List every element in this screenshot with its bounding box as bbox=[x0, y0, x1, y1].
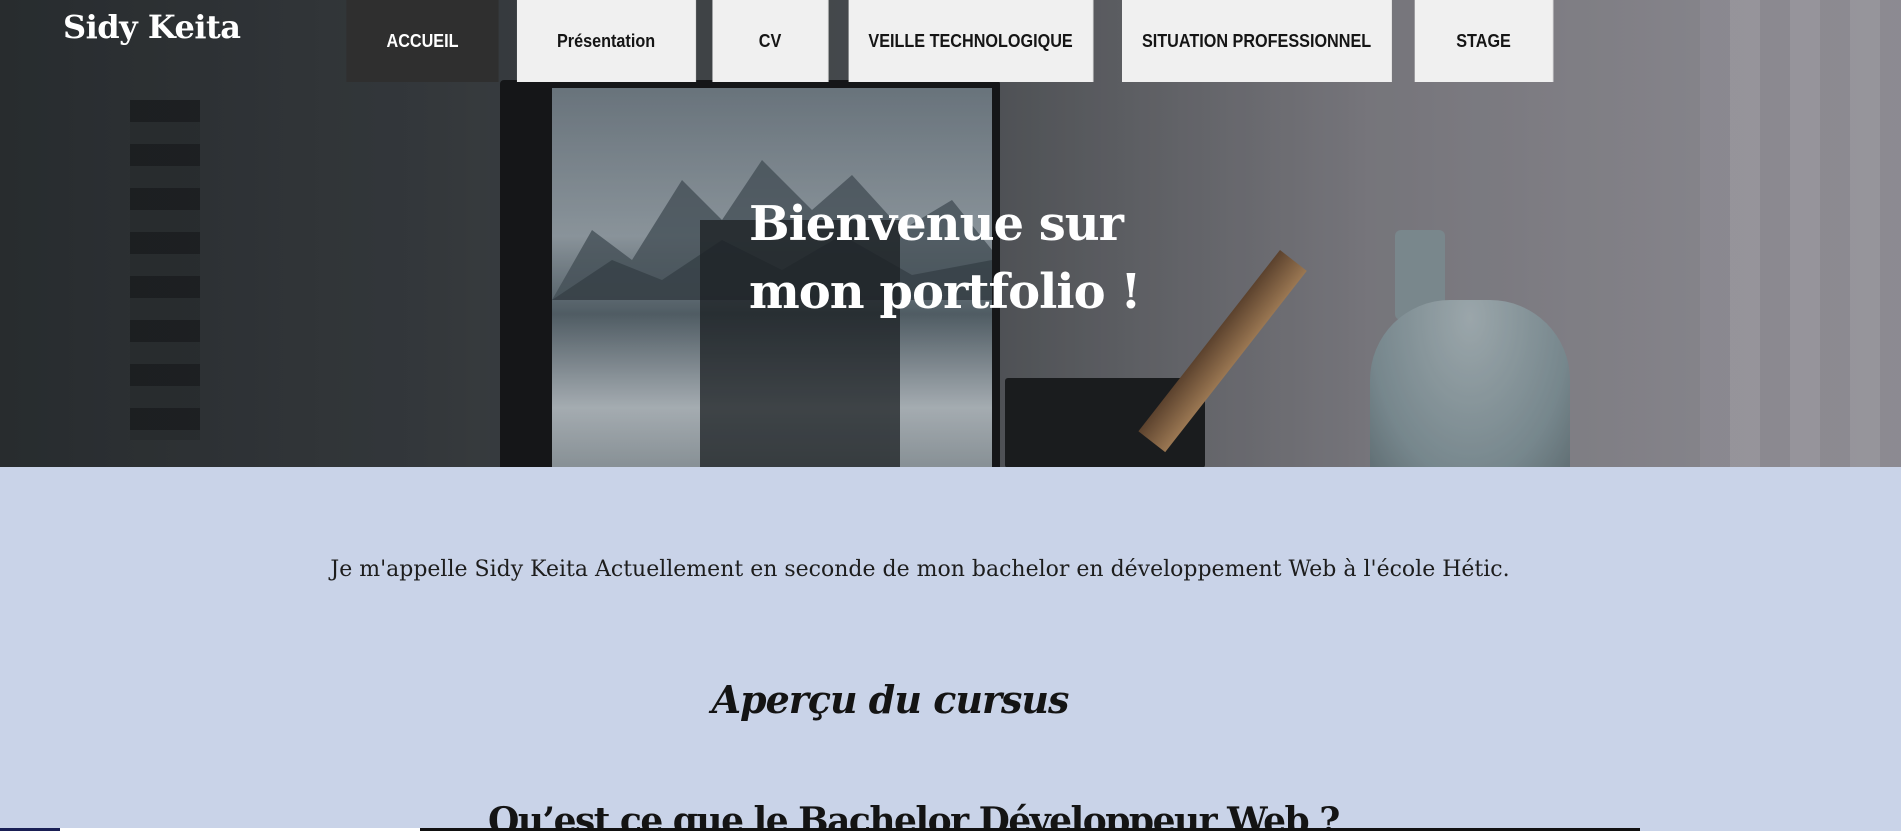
hero-title: Bienvenue sur mon portfolio ! bbox=[749, 190, 1269, 326]
nav-item-veille-technologique[interactable]: VEILLE TECHNOLOGIQUE bbox=[848, 0, 1094, 82]
nav-item-cv[interactable]: CV bbox=[712, 0, 829, 82]
main-nav: ACCUEIL Présentation CV VEILLE TECHNOLOG… bbox=[338, 0, 1561, 82]
nav-item-accueil[interactable]: ACCUEIL bbox=[346, 0, 499, 82]
nav-item-presentation[interactable]: Présentation bbox=[516, 0, 697, 82]
site-logo[interactable]: Sidy Keita bbox=[63, 8, 241, 46]
main-content: Je m'appelle Sidy Keita Actuellement en … bbox=[0, 467, 1901, 831]
intro-text: Je m'appelle Sidy Keita Actuellement en … bbox=[330, 557, 1510, 582]
nav-item-stage[interactable]: STAGE bbox=[1414, 0, 1554, 82]
section-title-cursus: Aperçu du cursus bbox=[711, 677, 1070, 722]
page: Sidy Keita ACCUEIL Présentation CV VEILL… bbox=[0, 0, 1901, 831]
hero-title-line1: Bienvenue sur bbox=[749, 196, 1124, 252]
section-subtitle-bachelor: Qu’est ce que le Bachelor Développeur We… bbox=[488, 800, 1340, 831]
nav-item-situation-professionnel[interactable]: SITUATION PROFESSIONNEL bbox=[1122, 0, 1392, 82]
hero-title-line2: mon portfolio ! bbox=[749, 264, 1141, 320]
